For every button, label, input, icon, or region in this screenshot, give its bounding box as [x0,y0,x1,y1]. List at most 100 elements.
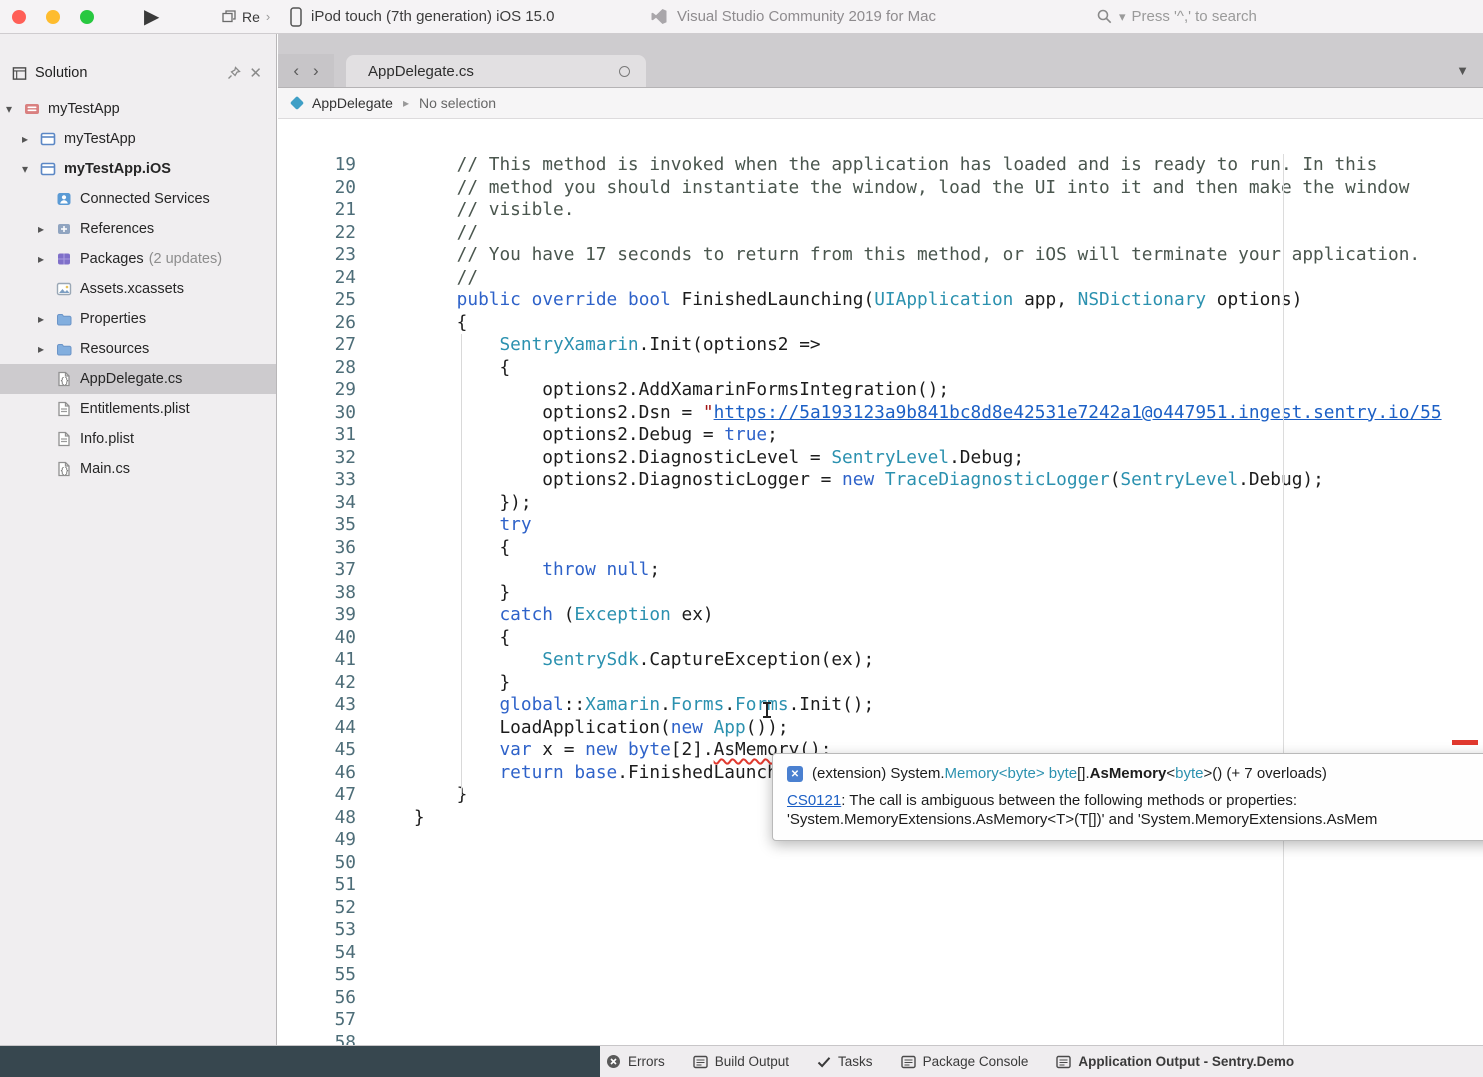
code-line[interactable]: 35 try [278,514,1483,537]
sidebar-item-mytestapp-ios[interactable]: ▾myTestApp.iOS [0,154,276,184]
solution-pad-header: Solution ✕ [0,58,276,88]
code-text: // This method is invoked when the appli… [356,154,1377,177]
sidebar-item-assets-xcassets[interactable]: Assets.xcassets [0,274,276,304]
code-line[interactable]: 53 [278,919,1483,942]
sidebar-item-entitlements-plist[interactable]: Entitlements.plist [0,394,276,424]
device-selector[interactable]: iPod touch (7th generation) iOS 15.0 [290,0,555,33]
packages-icon [56,251,72,267]
sidebar-item-appdelegate-cs[interactable]: {}AppDelegate.cs [0,364,276,394]
disclosure-right-icon[interactable]: ▸ [38,342,56,356]
disclosure-right-icon[interactable]: ▸ [38,312,56,326]
statusbar-button-application-output-sentry-demo[interactable]: Application Output - Sentry.Demo [1056,1054,1294,1069]
tab-appdelegate[interactable]: AppDelegate.cs [346,55,646,87]
sidebar-item-packages[interactable]: ▸Packages(2 updates) [0,244,276,274]
code-line[interactable]: 54 [278,942,1483,965]
code-line[interactable]: 56 [278,987,1483,1010]
code-line[interactable]: 26 { [278,312,1483,335]
line-number: 31 [278,424,356,447]
code-line[interactable]: 43 global::Xamarin.Forms.Forms.Init(); [278,694,1483,717]
code-line[interactable]: 57 [278,1009,1483,1032]
error-code-link[interactable]: CS0121 [787,792,841,809]
statusbar-dark-panel [0,1046,600,1077]
code-line[interactable]: 25 public override bool FinishedLaunchin… [278,289,1483,312]
navigate-forward-button[interactable]: › [313,61,319,81]
code-line[interactable]: 42 } [278,672,1483,695]
sidebar-item-mytestapp[interactable]: ▸myTestApp [0,124,276,154]
close-pad-icon[interactable]: ✕ [249,64,262,82]
code-line[interactable]: 31 options2.Debug = true; [278,424,1483,447]
line-number: 29 [278,379,356,402]
panel-icon [693,1055,708,1069]
sidebar-item-mytestapp[interactable]: ▾myTestApp [0,94,276,124]
code-line[interactable]: 55 [278,964,1483,987]
chevron-right-icon: ▸ [403,96,409,110]
code-line[interactable]: 22 // [278,222,1483,245]
code-line[interactable]: 40 { [278,627,1483,650]
sidebar-item-connected-services[interactable]: Connected Services [0,184,276,214]
code-line[interactable]: 19 // This method is invoked when the ap… [278,154,1483,177]
minimize-window-button[interactable] [46,10,60,24]
code-line[interactable]: 51 [278,874,1483,897]
connected-icon [56,191,72,207]
statusbar: Errors Build Output Tasks Package Console Ap… [0,1045,1483,1077]
code-text [356,897,371,920]
plist-icon [56,401,72,417]
code-text [356,964,371,987]
breadcrumb-type[interactable]: AppDelegate [312,95,393,111]
code-line[interactable]: 27 SentryXamarin.Init(options2 => [278,334,1483,357]
line-number: 22 [278,222,356,245]
statusbar-button-build-output[interactable]: Build Output [693,1054,789,1069]
close-window-button[interactable] [12,10,26,24]
code-line[interactable]: 41 SentrySdk.CaptureException(ex); [278,649,1483,672]
build-configuration-selector[interactable]: Re › [222,0,270,33]
code-line[interactable]: 34 }); [278,492,1483,515]
statusbar-button-errors[interactable]: Errors [606,1054,665,1069]
code-line[interactable]: 20 // method you should instantiate the … [278,177,1483,200]
pin-icon[interactable] [227,66,241,80]
disclosure-down-icon[interactable]: ▾ [6,102,24,116]
sidebar-item-info-plist[interactable]: Info.plist [0,424,276,454]
disclosure-right-icon[interactable]: ▸ [22,132,40,146]
navigate-back-button[interactable]: ‹ [293,61,299,81]
code-line[interactable]: 32 options2.DiagnosticLevel = SentryLeve… [278,447,1483,470]
breadcrumb-selection[interactable]: No selection [419,95,496,111]
line-number: 52 [278,897,356,920]
line-number: 19 [278,154,356,177]
code-line[interactable]: 38 } [278,582,1483,605]
code-line[interactable]: 28 { [278,357,1483,380]
code-line[interactable]: 23 // You have 17 seconds to return from… [278,244,1483,267]
references-icon [56,221,72,237]
statusbar-button-tasks[interactable]: Tasks [817,1054,873,1069]
code-line[interactable]: 52 [278,897,1483,920]
code-line[interactable]: 24 // [278,267,1483,290]
code-line[interactable]: 21 // visible. [278,199,1483,222]
disclosure-right-icon[interactable]: ▸ [38,252,56,266]
sidebar-item-references[interactable]: ▸References [0,214,276,244]
search-field[interactable]: ▾ Press '^,' to search [1096,0,1257,33]
code-line[interactable]: 30 options2.Dsn = "https://5a193123a9b84… [278,402,1483,425]
tab-list-dropdown-icon[interactable]: ▼ [1456,54,1469,87]
code-editor[interactable]: 19 // This method is invoked when the ap… [278,154,1483,1045]
code-line[interactable]: 39 catch (Exception ex) [278,604,1483,627]
line-number: 23 [278,244,356,267]
configuration-icon [222,10,236,23]
code-text: { [356,312,467,335]
statusbar-button-package-console[interactable]: Package Console [901,1054,1029,1069]
sidebar-item-properties[interactable]: ▸Properties [0,304,276,334]
code-line[interactable]: 36 { [278,537,1483,560]
code-line[interactable]: 44 LoadApplication(new App()); [278,717,1483,740]
run-button[interactable]: ▶ [144,0,159,33]
zoom-window-button[interactable] [80,10,94,24]
code-line[interactable]: 33 options2.DiagnosticLogger = new Trace… [278,469,1483,492]
disclosure-right-icon[interactable]: ▸ [38,222,56,236]
tab-navigation: ‹ › [278,54,334,87]
disclosure-down-icon[interactable]: ▾ [22,162,40,176]
code-line[interactable]: 37 throw null; [278,559,1483,582]
code-line[interactable]: 50 [278,852,1483,875]
sidebar-item-resources[interactable]: ▸Resources [0,334,276,364]
code-text: global::Xamarin.Forms.Forms.Init(); [356,694,874,717]
line-number: 41 [278,649,356,672]
code-line[interactable]: 58 [278,1032,1483,1046]
code-line[interactable]: 29 options2.AddXamarinFormsIntegration()… [278,379,1483,402]
sidebar-item-main-cs[interactable]: {}Main.cs [0,454,276,484]
